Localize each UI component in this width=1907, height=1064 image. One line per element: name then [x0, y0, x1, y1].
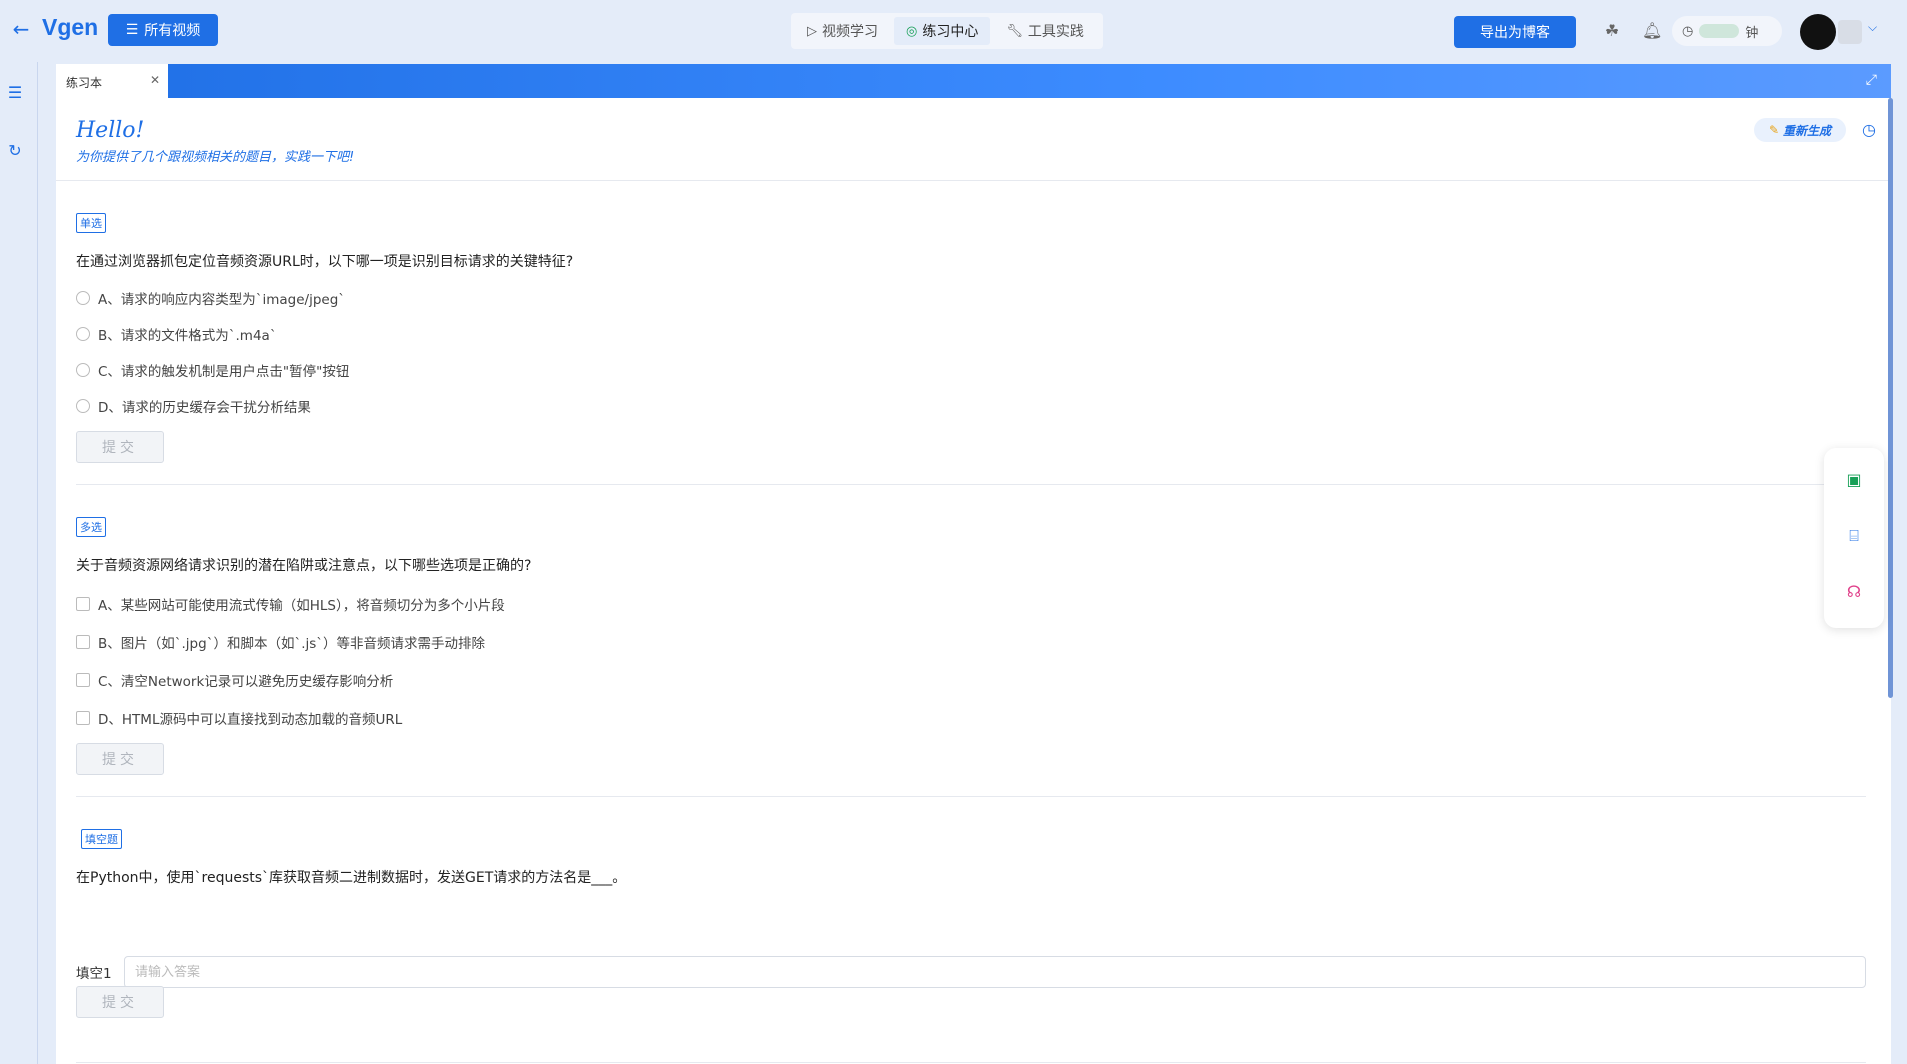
left-rail: ☰ ↻ [0, 62, 38, 1064]
hello-subtitle: 为你提供了几个跟视频相关的题目，实践一下吧! [76, 150, 355, 165]
radio-button[interactable] [76, 327, 90, 341]
practice-content: Hello! 为你提供了几个跟视频相关的题目，实践一下吧! ✎ 重新生成 ◷ 单… [56, 98, 1891, 1064]
option-b[interactable]: B、请求的文件格式为`.m4a` [76, 325, 1866, 344]
tab-label: 视频学习 [822, 24, 878, 40]
chevron-down-icon[interactable]: ⌵ [1868, 20, 1877, 35]
question-type-tag: 填空题 [81, 829, 122, 849]
divider [76, 796, 1866, 797]
question-single: 单选 在通过浏览器抓包定位音频资源URL时，以下哪一项是识别目标请求的关键特征?… [76, 212, 1866, 463]
submit-button[interactable]: 提交 [76, 431, 164, 463]
question-fill: 填空题 在Python中，使用`requests`库获取音频二进制数据时，发送G… [76, 828, 1866, 887]
option-label: B、图片（如`.jpg`）和脚本（如`.js`）等非音频请求需手动排除 [98, 636, 486, 652]
list-icon: ☰ [125, 22, 139, 38]
share-icon[interactable]: ☘︎ [1602, 20, 1622, 42]
tab-practice-book[interactable]: 练习本 ✕ [56, 64, 168, 98]
question-text: 在Python中，使用`requests`库获取音频二进制数据时，发送GET请求… [76, 870, 627, 886]
export-blog-button[interactable]: 导出为博客 [1454, 16, 1576, 48]
divider [76, 484, 1866, 485]
target-icon: ◎ [906, 23, 918, 39]
timer-value-obscured [1699, 24, 1740, 38]
divider [76, 1062, 1866, 1063]
option-label: C、清空Network记录可以避免历史缓存影响分析 [98, 674, 394, 690]
all-videos-label: 所有视频 [144, 23, 201, 39]
option-c[interactable]: C、清空Network记录可以避免历史缓存影响分析 [76, 671, 1866, 690]
history-clock-icon[interactable]: ◷ [1862, 120, 1876, 139]
radio-button[interactable] [76, 399, 90, 413]
wrench-icon: 🔧︎ [1006, 23, 1023, 39]
avatar[interactable] [1800, 14, 1836, 50]
clock-icon: ◷ [1682, 23, 1694, 39]
fill-row: 填空1 [76, 956, 1866, 988]
question-type-tag: 单选 [76, 213, 106, 233]
timer-suffix: 钟 [1745, 25, 1759, 41]
toolbox-icon[interactable]: ⌸ [1844, 526, 1864, 546]
checkbox[interactable] [76, 711, 90, 725]
question-text: 关于音频资源网络请求识别的潜在陷阱或注意点，以下哪些选项是正确的? [76, 558, 532, 574]
question-text: 在通过浏览器抓包定位音频资源URL时，以下哪一项是识别目标请求的关键特征? [76, 254, 574, 270]
question-type-tag: 多选 [76, 517, 106, 537]
regenerate-label: 重新生成 [1783, 123, 1832, 138]
answer-input[interactable] [124, 956, 1866, 988]
hello-title: Hello! [76, 118, 145, 143]
history-refresh-icon[interactable]: ↻ [4, 140, 26, 162]
regenerate-button[interactable]: ✎ 重新生成 [1754, 118, 1846, 142]
play-icon: ▷ [807, 23, 817, 39]
panel-tab-bar: 练习本 ✕ ⤢ [56, 64, 1891, 98]
tab-tool-practice[interactable]: 🔧︎ 工具实践 [994, 17, 1096, 45]
tab-label: 练习本 [66, 76, 103, 90]
scrollbar[interactable] [1888, 98, 1893, 698]
option-b[interactable]: B、图片（如`.jpg`）和脚本（如`.js`）等非音频请求需手动排除 [76, 633, 1866, 652]
option-d[interactable]: D、请求的历史缓存会干扰分析结果 [76, 397, 1866, 416]
tab-video-learning[interactable]: ▷ 视频学习 [795, 17, 890, 45]
checkbox[interactable] [76, 597, 90, 611]
radio-button[interactable] [76, 291, 90, 305]
tab-label: 工具实践 [1027, 24, 1084, 40]
option-label: A、请求的响应内容类型为`image/jpeg` [98, 292, 346, 308]
fill-submit-wrap: 提交 [76, 986, 1866, 1018]
option-a[interactable]: A、请求的响应内容类型为`image/jpeg` [76, 289, 1866, 308]
outline-toggle-icon[interactable]: ☰ [4, 82, 26, 104]
mode-tabs: ▷ 视频学习 ◎ 练习中心 🔧︎ 工具实践 [791, 13, 1103, 49]
submit-button[interactable]: 提交 [76, 743, 164, 775]
checkbox[interactable] [76, 635, 90, 649]
question-multi: 多选 关于音频资源网络请求识别的潜在陷阱或注意点，以下哪些选项是正确的? A、某… [76, 516, 1866, 775]
close-icon[interactable]: ✕ [150, 73, 160, 87]
submit-button[interactable]: 提交 [76, 986, 164, 1018]
fill-label: 填空1 [76, 966, 112, 982]
option-c[interactable]: C、请求的触发机制是用户点击"暂停"按钮 [76, 361, 1866, 380]
tab-practice-center[interactable]: ◎ 练习中心 [894, 17, 991, 45]
option-d[interactable]: D、HTML源码中可以直接找到动态加载的音频URL [76, 709, 1866, 728]
expand-icon[interactable]: ⤢ [1866, 72, 1877, 88]
option-label: D、请求的历史缓存会干扰分析结果 [98, 400, 311, 416]
logo[interactable]: Vgen [42, 14, 98, 41]
magic-pen-icon: ✎ [1768, 123, 1780, 137]
divider [56, 180, 1891, 181]
floating-toolbar: ▣ ⌸ ☊ [1824, 448, 1884, 628]
top-bar: ← Vgen ☰ 所有视频 ▷ 视频学习 ◎ 练习中心 🔧︎ 工具实践 导出为博… [0, 0, 1907, 62]
radio-button[interactable] [76, 363, 90, 377]
option-label: D、HTML源码中可以直接找到动态加载的音频URL [98, 712, 403, 728]
username-obscured [1838, 20, 1862, 44]
option-label: B、请求的文件格式为`.m4a` [98, 328, 277, 344]
bell-icon[interactable]: 🔔︎ [1642, 20, 1662, 42]
headset-support-icon[interactable]: ☊ [1844, 582, 1864, 602]
back-arrow-icon[interactable]: ← [10, 18, 32, 40]
option-a[interactable]: A、某些网站可能使用流式传输（如HLS），将音频切分为多个小片段 [76, 595, 1866, 614]
checkbox[interactable] [76, 673, 90, 687]
option-label: C、请求的触发机制是用户点击"暂停"按钮 [98, 364, 350, 380]
all-videos-button[interactable]: ☰ 所有视频 [108, 14, 218, 46]
study-timer[interactable]: ◷ 钟 [1672, 16, 1782, 46]
option-label: A、某些网站可能使用流式传输（如HLS），将音频切分为多个小片段 [98, 598, 505, 614]
tab-label: 练习中心 [922, 24, 979, 40]
assistant-robot-icon[interactable]: ▣ [1844, 470, 1864, 490]
